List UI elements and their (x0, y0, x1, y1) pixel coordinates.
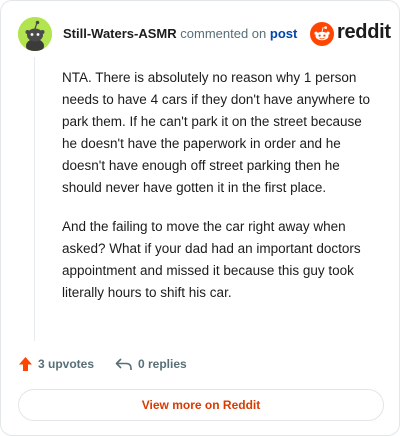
reddit-logo-icon (310, 22, 334, 46)
action-text: commented on (180, 26, 267, 41)
comment-body: NTA. There is absolutely no reason why 1… (62, 67, 372, 321)
username-link[interactable]: Still-Waters-ASMR (63, 26, 177, 41)
post-link[interactable]: post (270, 26, 297, 41)
comment-paragraph-1: NTA. There is absolutely no reason why 1… (62, 70, 371, 195)
upvote-count: 3 upvotes (38, 357, 95, 371)
reply-arrow-icon (115, 358, 132, 370)
upvote-arrow-icon (19, 357, 32, 371)
reply-button[interactable]: 0 replies (115, 353, 187, 375)
comment-paragraph-2: And the failing to move the car right aw… (62, 219, 361, 300)
comment-meta: Still-Waters-ASMR commented on post (63, 26, 297, 41)
comment-actions: 3 upvotes 0 replies (18, 353, 384, 375)
comment-header: Still-Waters-ASMR commented on post redd… (18, 17, 391, 51)
avatar[interactable] (18, 17, 52, 51)
embedded-comment-card: Still-Waters-ASMR commented on post redd… (0, 0, 400, 436)
thread-line (34, 57, 35, 341)
view-more-button[interactable]: View more on Reddit (18, 389, 384, 421)
snoo-avatar-icon (18, 17, 52, 51)
reddit-wordmark: reddit (337, 21, 391, 43)
reply-count: 0 replies (138, 357, 187, 371)
reddit-logo[interactable]: reddit (310, 21, 391, 47)
upvote-button[interactable]: 3 upvotes (18, 353, 94, 375)
